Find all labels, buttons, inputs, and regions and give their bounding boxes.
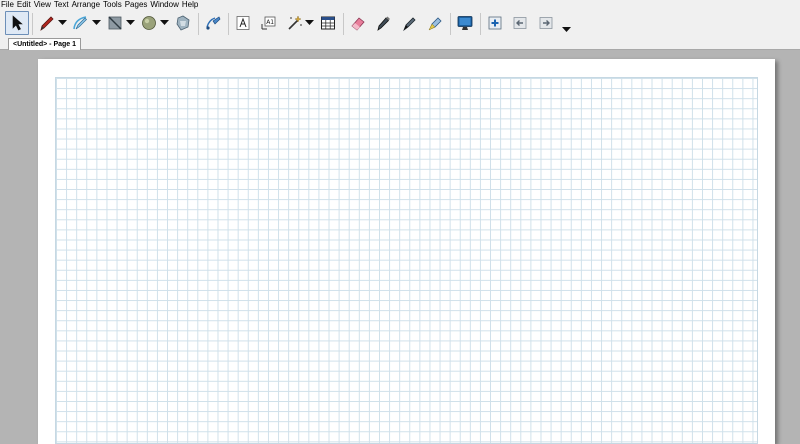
shapes-icon [142, 16, 156, 30]
magic-pen-icon [176, 15, 190, 31]
lines-icon [108, 16, 122, 30]
toolbar-separator [228, 13, 229, 35]
menu-text[interactable]: Text [53, 0, 71, 9]
grid-canvas[interactable] [55, 77, 758, 444]
menu-bar: File Edit View Text Arrange Tools Pages … [0, 0, 800, 9]
calligraphic-pen-tool-button[interactable] [398, 11, 420, 35]
menu-tools[interactable]: Tools [102, 0, 124, 9]
toolbar-overflow-button[interactable] [561, 25, 571, 35]
magic-pen-tool-button[interactable] [172, 11, 194, 35]
toolbar-overflow-icon [561, 27, 571, 32]
chevron-down-icon [159, 20, 169, 25]
eraser-tool-button[interactable] [347, 11, 369, 35]
shape-pen-tool-button[interactable] [69, 11, 91, 35]
add-page-button[interactable] [484, 11, 506, 35]
highlighter-icon [428, 17, 442, 31]
toolbar-separator [32, 13, 33, 35]
lines-dropdown-button[interactable] [125, 18, 135, 28]
add-page-icon [488, 16, 502, 30]
creative-pen-icon [377, 16, 390, 31]
pen-tool-button[interactable] [36, 11, 58, 35]
notebook-page[interactable] [38, 59, 775, 444]
properties-tool-button[interactable] [284, 11, 304, 35]
highlighter-tool-button[interactable] [424, 11, 446, 35]
properties-dropdown-button[interactable] [304, 18, 314, 28]
lines-tool-button[interactable] [104, 11, 126, 35]
toolbar-separator [343, 13, 344, 35]
menu-arrange[interactable]: Arrange [71, 0, 102, 9]
screen-display-icon [457, 16, 473, 30]
menu-view[interactable]: View [33, 0, 53, 9]
toolbar: A1 [0, 9, 800, 37]
next-page-button[interactable] [535, 11, 557, 35]
chevron-down-icon [125, 20, 135, 25]
table-icon [321, 16, 335, 30]
chevron-down-icon [91, 20, 101, 25]
chevron-down-icon [304, 20, 314, 25]
creative-pen-tool-button[interactable] [372, 11, 394, 35]
fill-tool-button[interactable] [202, 11, 224, 35]
tab-strip-spacer [0, 38, 8, 50]
text-box-tool-button[interactable]: A1 [257, 11, 279, 35]
tab-untitled-page-1[interactable]: <Untitled> - Page 1 [8, 38, 82, 50]
screen-display-button[interactable] [454, 11, 476, 35]
eraser-icon [351, 17, 365, 31]
toolbar-separator [198, 13, 199, 35]
select-arrow-icon [12, 15, 23, 31]
shapes-dropdown-button[interactable] [159, 18, 169, 28]
workspace [0, 50, 800, 444]
previous-page-icon [513, 17, 527, 29]
toolbar-separator [450, 13, 451, 35]
svg-text:A1: A1 [266, 19, 274, 26]
toolbar-separator [480, 13, 481, 35]
chevron-down-icon [57, 20, 67, 25]
next-page-icon [539, 17, 553, 29]
menu-window[interactable]: Window [149, 0, 180, 9]
menu-file[interactable]: File [0, 0, 16, 9]
text-tool-button[interactable] [232, 11, 254, 35]
table-tool-button[interactable] [317, 11, 339, 35]
select-tool-button[interactable] [5, 11, 29, 35]
menu-edit[interactable]: Edit [16, 0, 33, 9]
properties-wand-icon [288, 15, 302, 30]
menu-help[interactable]: Help [181, 0, 200, 9]
shape-recognition-pen-icon [73, 16, 87, 30]
fill-icon [206, 16, 221, 30]
pen-icon [40, 16, 54, 31]
shape-pen-dropdown-button[interactable] [91, 18, 101, 28]
previous-page-button[interactable] [509, 11, 531, 35]
page-tab-strip: <Untitled> - Page 1 [0, 37, 800, 50]
pen-dropdown-button[interactable] [57, 18, 67, 28]
text-box-icon: A1 [261, 16, 276, 30]
text-icon [236, 16, 250, 30]
shapes-tool-button[interactable] [138, 11, 160, 35]
calligraphic-pen-icon [403, 17, 416, 32]
menu-pages[interactable]: Pages [124, 0, 150, 9]
